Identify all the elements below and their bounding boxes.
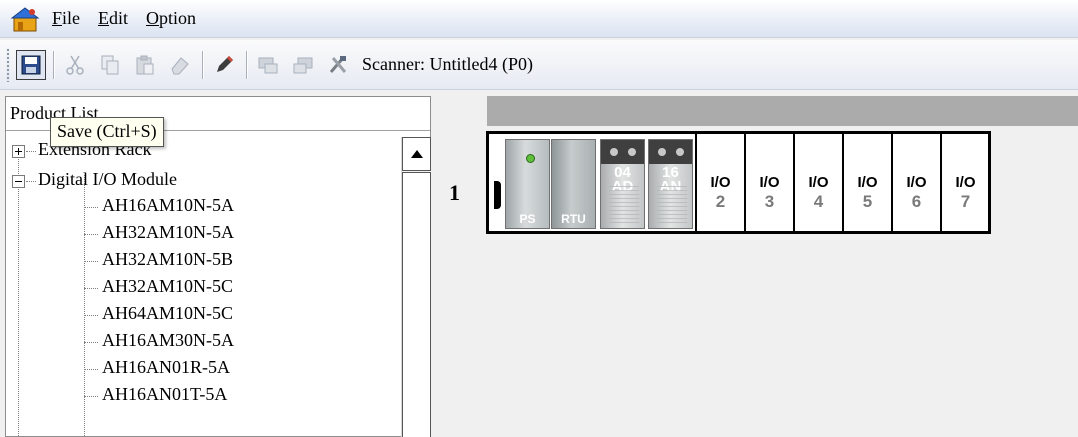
- pencil-icon: [217, 55, 233, 72]
- toolbar-separator: [202, 50, 203, 79]
- eraser-icon: [171, 56, 189, 74]
- product-list-panel: Product List Extension Rack Digital I/O …: [5, 96, 431, 437]
- upload-icon: [258, 57, 278, 73]
- tree-line: [18, 151, 19, 437]
- paste-icon: [136, 55, 154, 74]
- io-slot-label: I/O: [955, 174, 976, 191]
- io-slot-number: 3: [764, 192, 775, 211]
- power-supply-module[interactable]: PS: [505, 139, 550, 229]
- download-icon: [293, 57, 313, 73]
- delete-button[interactable]: [165, 50, 195, 80]
- tree-item-label: AH32AM10N-5B: [102, 249, 234, 269]
- io-slot-number: 6: [911, 192, 922, 211]
- tree-item-label: AH32AM10N-5A: [102, 222, 234, 242]
- toolbar: Scanner: Untitled4 (P0): [0, 40, 1078, 90]
- rack-connector: [494, 181, 501, 209]
- download-button[interactable]: [288, 50, 318, 80]
- rack[interactable]: PS RTU 04 AD 16 AN I/O 2 I/O 3: [486, 131, 991, 234]
- tree-item-label: AH64AM10N-5C: [102, 303, 234, 323]
- io-slot-5[interactable]: I/O 5: [842, 134, 891, 231]
- io-slot-label: I/O: [710, 174, 731, 191]
- io-slot-number: 2: [715, 192, 726, 211]
- io-slot-label: I/O: [906, 174, 927, 191]
- expand-icon[interactable]: [12, 145, 25, 158]
- tree-line: [84, 207, 98, 208]
- io-slot-number: 5: [862, 192, 873, 211]
- module-label: PS: [519, 212, 536, 226]
- io-slot-2[interactable]: I/O 2: [695, 134, 744, 231]
- module-terminal: [649, 140, 692, 164]
- tree-label: Digital I/O Module: [38, 169, 177, 189]
- rtu-module[interactable]: RTU: [551, 139, 596, 229]
- copy-icon: [101, 55, 119, 74]
- io-slot-label: I/O: [857, 174, 878, 191]
- cut-button[interactable]: [60, 50, 90, 80]
- tools-icon: [329, 55, 347, 73]
- module-label: RTU: [561, 212, 586, 226]
- cut-icon: [66, 55, 84, 75]
- io-slot-number: 7: [960, 192, 971, 211]
- tree-line: [84, 261, 98, 262]
- tree-item-label: AH16AN01R-5A: [102, 357, 230, 377]
- analog-input-module[interactable]: 04 AD: [600, 139, 645, 229]
- save-tooltip: Save (Ctrl+S): [50, 117, 164, 147]
- analog-output-module[interactable]: 16 AN: [648, 139, 693, 229]
- upload-button[interactable]: [253, 50, 283, 80]
- io-slot-number: 4: [813, 192, 824, 211]
- power-led-icon: [526, 154, 535, 163]
- collapse-icon[interactable]: [12, 175, 25, 188]
- tree-item-label: AH16AN01T-5A: [102, 384, 228, 404]
- io-slot-label: I/O: [759, 174, 780, 191]
- rack-header-bar: [487, 96, 1078, 126]
- arrow-up-icon: [410, 150, 423, 158]
- toolbar-grip[interactable]: [6, 47, 10, 82]
- tree-line: [84, 315, 98, 316]
- io-slot-label: I/O: [808, 174, 829, 191]
- tree-line: [84, 234, 98, 235]
- scanner-label: Scanner: Untitled4 (P0): [362, 54, 533, 74]
- save-icon: [21, 55, 41, 74]
- module-terminal: [601, 140, 644, 164]
- tree-item-label: AH32AM10N-5C: [102, 276, 234, 296]
- scanner-settings-button[interactable]: [323, 50, 353, 80]
- io-slot-4[interactable]: I/O 4: [793, 134, 842, 231]
- io-slot-7[interactable]: I/O 7: [940, 134, 989, 231]
- tree-line: [84, 342, 98, 343]
- tree-line: [84, 396, 98, 397]
- module-vent: [609, 186, 639, 224]
- tree-line: [26, 151, 36, 152]
- paste-button[interactable]: [130, 50, 160, 80]
- edit-button[interactable]: [209, 50, 239, 80]
- io-slot-3[interactable]: I/O 3: [744, 134, 793, 231]
- menu-file[interactable]: File: [52, 8, 80, 29]
- menu-bar: File Edit Option: [0, 0, 1078, 38]
- tree-item-label: AH16AM10N-5A: [102, 195, 234, 215]
- copy-button[interactable]: [95, 50, 125, 80]
- menu-edit[interactable]: Edit: [98, 8, 128, 29]
- product-tree: Extension Rack Digital I/O Module AH16AM…: [6, 137, 431, 437]
- rack-view: 1 PS RTU 04 AD 16 AN I/O 2: [434, 96, 1078, 437]
- tree-scrollbar[interactable]: [401, 137, 431, 437]
- io-slot-6[interactable]: I/O 6: [891, 134, 940, 231]
- rack-number: 1: [449, 180, 460, 205]
- app-icon: [10, 4, 40, 34]
- tree-item-label: AH16AM30N-5A: [102, 330, 234, 350]
- tree-line: [84, 369, 98, 370]
- scroll-thumb[interactable]: [402, 172, 431, 437]
- toolbar-separator: [246, 50, 247, 79]
- toolbar-separator: [53, 50, 54, 79]
- tree-line: [84, 288, 98, 289]
- module-vent: [657, 186, 687, 224]
- tree-line: [84, 175, 85, 437]
- save-button[interactable]: [16, 49, 46, 80]
- scroll-up-button[interactable]: [402, 137, 431, 171]
- menu-option[interactable]: Option: [146, 8, 196, 29]
- tree-line: [26, 181, 36, 182]
